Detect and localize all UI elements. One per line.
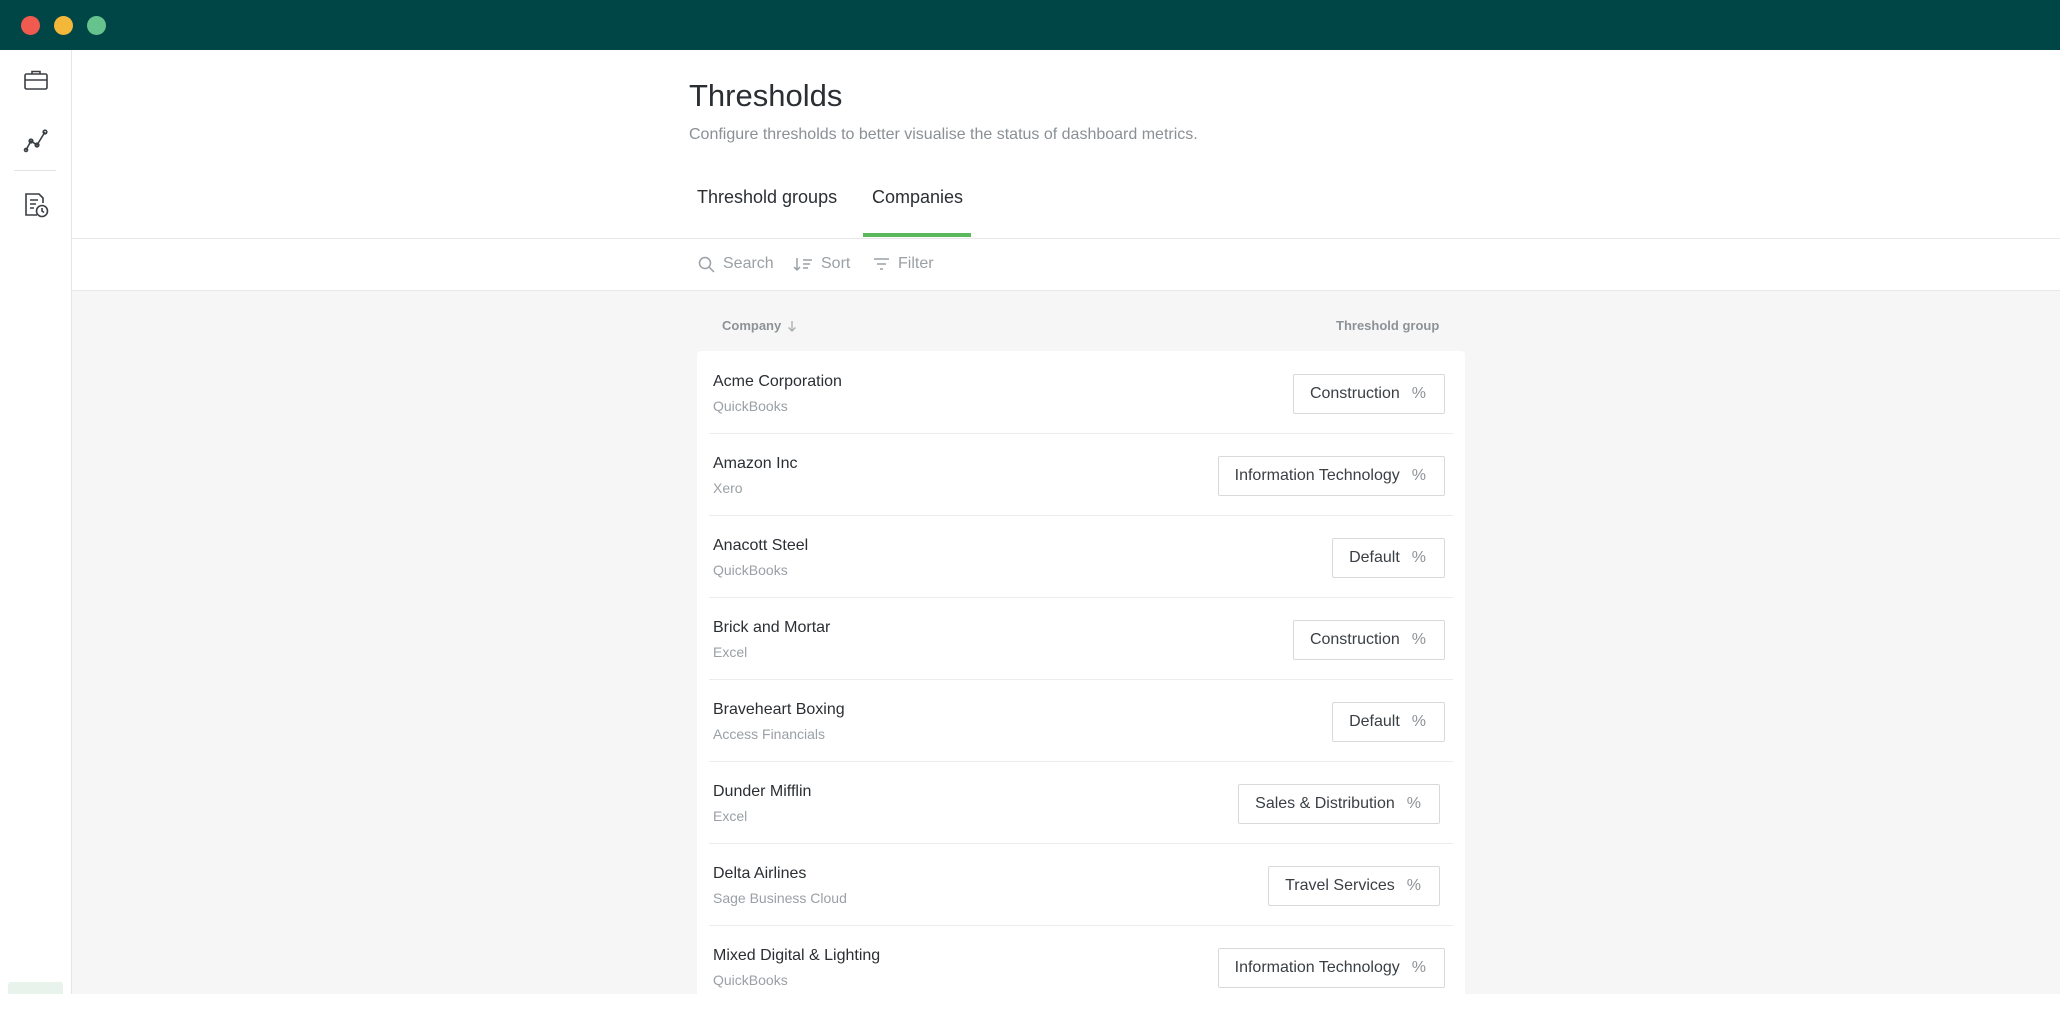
percent-icon: % xyxy=(1411,549,1426,566)
threshold-group-select[interactable]: Sales & Distribution % xyxy=(1238,784,1440,824)
report-clock-icon[interactable] xyxy=(20,189,52,221)
toolbar: Search Sort Filter xyxy=(72,239,2060,291)
company-source: QuickBooks xyxy=(713,562,788,578)
sort-label: Sort xyxy=(821,255,851,272)
threshold-group-label: Default xyxy=(1349,549,1400,566)
threshold-group-label: Default xyxy=(1349,713,1400,730)
company-name: Amazon Inc xyxy=(713,455,798,472)
maximize-window-button[interactable] xyxy=(87,16,106,35)
column-header-threshold-group: Threshold group xyxy=(1336,318,1440,333)
table-row: Braveheart Boxing Access Financials Defa… xyxy=(709,679,1453,762)
window-titlebar xyxy=(0,0,2060,50)
company-source: QuickBooks xyxy=(713,398,788,414)
threshold-group-select[interactable]: Information Technology % xyxy=(1217,948,1445,988)
search-icon xyxy=(698,256,715,273)
filter-button[interactable]: Filter xyxy=(873,255,934,273)
sort-icon xyxy=(793,258,812,272)
sort-button[interactable]: Sort xyxy=(793,255,850,273)
column-company-label: Company xyxy=(722,318,782,333)
percent-icon: % xyxy=(1411,631,1426,648)
search-button[interactable]: Search xyxy=(698,255,774,273)
threshold-group-label: Sales & Distribution xyxy=(1255,795,1395,812)
threshold-group-select[interactable]: Construction % xyxy=(1292,374,1445,414)
tab-companies[interactable]: Companies xyxy=(872,187,963,208)
company-source: QuickBooks xyxy=(713,972,788,988)
threshold-group-select[interactable]: Construction % xyxy=(1292,620,1445,660)
sidebar-divider xyxy=(14,170,56,171)
search-label: Search xyxy=(723,255,774,272)
company-name: Anacott Steel xyxy=(713,537,809,554)
chart-line-icon[interactable] xyxy=(20,124,52,156)
company-source: Excel xyxy=(713,644,748,660)
threshold-group-label: Information Technology xyxy=(1234,467,1400,484)
threshold-group-label: Construction xyxy=(1309,385,1400,402)
sidebar xyxy=(0,50,72,994)
company-source: Excel xyxy=(713,808,748,824)
percent-icon: % xyxy=(1406,877,1421,894)
table-row: Anacott Steel QuickBooks Default % xyxy=(709,515,1453,598)
table-row: Brick and Mortar Excel Construction % xyxy=(709,597,1453,680)
page-subtitle: Configure thresholds to better visualise… xyxy=(689,126,1198,143)
companies-table: Acme Corporation QuickBooks Construction… xyxy=(697,351,1465,1011)
threshold-group-label: Travel Services xyxy=(1285,877,1395,894)
table-row: Mixed Digital & Lighting QuickBooks Info… xyxy=(709,925,1453,1007)
threshold-group-select[interactable]: Default % xyxy=(1332,702,1445,742)
page-header xyxy=(72,50,2060,239)
minimize-window-button[interactable] xyxy=(54,16,73,35)
company-name: Delta Airlines xyxy=(713,865,807,882)
company-name: Dunder Mifflin xyxy=(713,783,812,800)
threshold-group-select[interactable]: Default % xyxy=(1332,538,1445,578)
arrow-down-icon xyxy=(788,320,797,332)
table-row: Delta Airlines Sage Business Cloud Trave… xyxy=(709,843,1453,926)
table-row: Acme Corporation QuickBooks Construction… xyxy=(709,351,1453,434)
company-name: Braveheart Boxing xyxy=(713,701,845,718)
threshold-group-label: Construction xyxy=(1309,631,1400,648)
filter-label: Filter xyxy=(898,255,934,272)
sidebar-bottom-tab[interactable] xyxy=(8,982,63,994)
percent-icon: % xyxy=(1406,795,1421,812)
table-row: Dunder Mifflin Excel Sales & Distributio… xyxy=(709,761,1453,844)
threshold-group-select[interactable]: Travel Services % xyxy=(1268,866,1440,906)
tab-threshold-groups[interactable]: Threshold groups xyxy=(697,187,837,208)
threshold-group-select[interactable]: Information Technology % xyxy=(1217,456,1445,496)
company-source: Sage Business Cloud xyxy=(713,890,847,906)
percent-icon: % xyxy=(1411,713,1426,730)
active-tab-indicator xyxy=(863,233,971,237)
page-title: Thresholds xyxy=(689,78,843,113)
table-row: Amazon Inc Xero Information Technology % xyxy=(709,433,1453,516)
threshold-group-label: Information Technology xyxy=(1234,959,1400,976)
company-name: Acme Corporation xyxy=(713,373,842,390)
company-name: Mixed Digital & Lighting xyxy=(713,947,881,964)
company-source: Access Financials xyxy=(713,726,826,742)
percent-icon: % xyxy=(1411,959,1426,976)
briefcase-icon[interactable] xyxy=(20,64,52,96)
company-source: Xero xyxy=(713,480,743,496)
percent-icon: % xyxy=(1411,467,1426,484)
company-name: Brick and Mortar xyxy=(713,619,831,636)
close-window-button[interactable] xyxy=(21,16,40,35)
percent-icon: % xyxy=(1411,385,1426,402)
filter-icon xyxy=(874,258,889,270)
column-header-company[interactable]: Company xyxy=(722,318,797,333)
